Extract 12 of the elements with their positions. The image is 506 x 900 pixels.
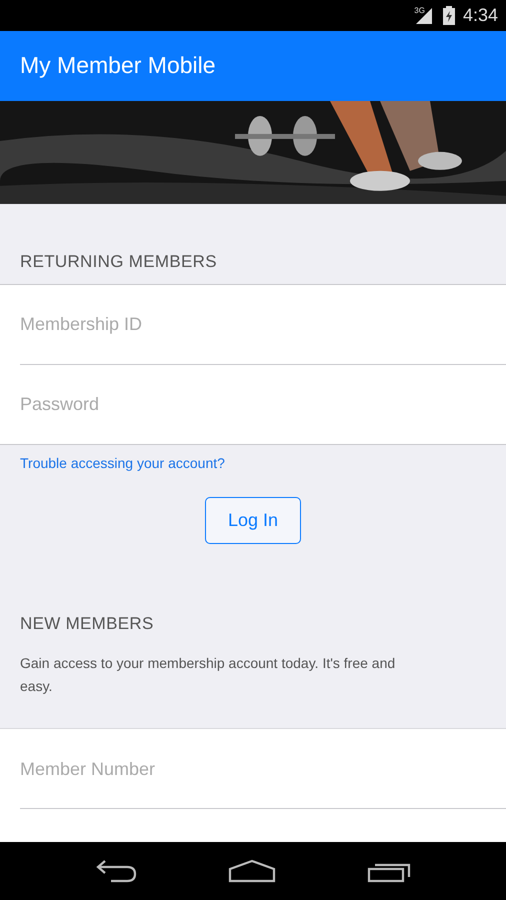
- battery-icon: [442, 6, 455, 25]
- home-icon[interactable]: [228, 859, 276, 884]
- description-text: Gain access to your membership account today. It's free and easy.: [20, 654, 396, 696]
- signal-icon: [414, 6, 432, 24]
- help-link[interactable]: Trouble accessing your account?: [20, 454, 225, 471]
- section-heading: NEW MEMBERS: [20, 614, 155, 634]
- back-icon[interactable]: [95, 859, 138, 884]
- login-button[interactable]: Log In: [205, 496, 301, 544]
- network-type: 3G: [414, 6, 425, 15]
- clock-time: 4:34: [462, 4, 498, 26]
- app-title: My Member Mobile: [20, 52, 216, 80]
- section-heading: RETURNING MEMBERS: [20, 252, 217, 272]
